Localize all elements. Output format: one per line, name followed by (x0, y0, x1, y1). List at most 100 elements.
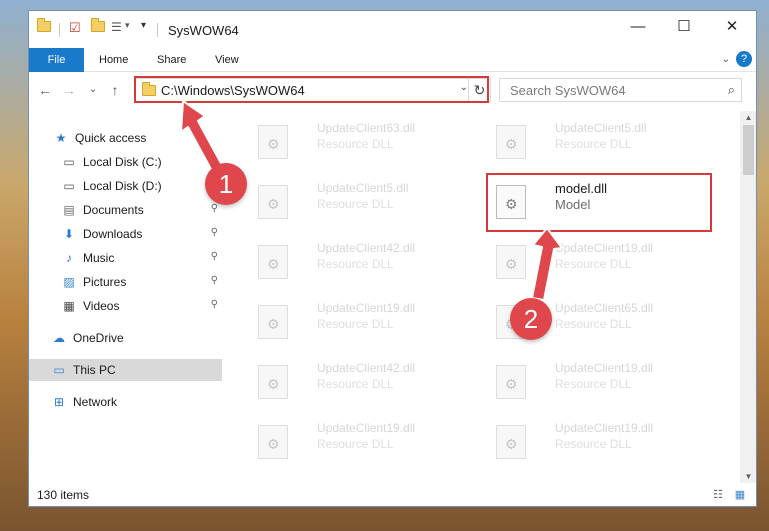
scrollbar-thumb[interactable] (743, 125, 754, 175)
tab-share[interactable]: Share (157, 48, 186, 72)
pin-icon: ⚲ (210, 251, 218, 262)
download-icon: ⬇ (63, 227, 75, 241)
scroll-up-icon[interactable]: ▲ (740, 113, 756, 122)
computer-icon: ▭ (53, 363, 65, 377)
sidebar-item-local-disk-c[interactable]: ▭ Local Disk (C:) ⚲ (29, 151, 222, 173)
customize-toolbar-chevron-icon[interactable]: ▾ (125, 20, 130, 31)
sidebar-item-downloads[interactable]: ⬇ Downloads ⚲ (29, 223, 222, 245)
drive-icon: ▭ (63, 179, 75, 193)
large-icons-view-icon[interactable]: ▦ (732, 488, 748, 502)
search-input[interactable]: Search SysWOW64 (510, 83, 626, 98)
window-title: SysWOW64 (168, 23, 239, 38)
file-highlight-box (486, 173, 712, 232)
pin-icon: ⚲ (210, 299, 218, 310)
sidebar-item-label: Local Disk (D:) (83, 179, 162, 193)
document-icon: ▤ (63, 203, 75, 217)
dll-file-icon (496, 125, 526, 159)
scroll-down-icon[interactable]: ▼ (740, 472, 756, 481)
search-icon[interactable]: ⌕ (728, 82, 735, 98)
file-name: UpdateClient19.dll (555, 241, 654, 255)
rename-icon[interactable]: ☰ (111, 20, 122, 34)
file-item[interactable]: UpdateClient42.dll Resource DLL (244, 233, 474, 289)
sidebar-item-onedrive[interactable]: ☁ OneDrive (29, 327, 222, 349)
dll-file-icon (258, 365, 288, 399)
cloud-icon: ☁ (53, 331, 65, 345)
forward-button[interactable]: → (59, 81, 79, 99)
navigation-pane: ★ Quick access ▭ Local Disk (C:) ⚲ ▭ Local Dis… (29, 111, 222, 481)
file-type: Resource DLL (555, 317, 632, 331)
file-item[interactable]: UpdateClient19.dll Resource DLL (482, 413, 712, 469)
recent-locations-button[interactable]: ⌄ (83, 81, 103, 99)
file-name: UpdateClient42.dll (317, 241, 416, 255)
file-item[interactable]: UpdateClient5.dll Resource DLL (482, 113, 712, 169)
sidebar-item-documents[interactable]: ▤ Documents ⚲ (29, 199, 222, 221)
dll-file-icon (258, 305, 288, 339)
file-item[interactable]: UpdateClient42.dll Resource DLL (244, 353, 474, 409)
file-item[interactable]: UpdateClient19.dll Resource DLL (482, 353, 712, 409)
sidebar-item-label: Videos (83, 299, 120, 313)
help-icon[interactable]: ? (736, 51, 752, 67)
back-button[interactable]: ← (35, 81, 55, 99)
video-icon: ▦ (63, 299, 75, 313)
file-name: UpdateClient63.dll (317, 121, 416, 135)
dll-file-icon (258, 425, 288, 459)
properties-icon[interactable]: ☑ (69, 20, 81, 36)
sidebar-item-network[interactable]: ⊞ Network (29, 391, 222, 413)
sidebar-item-label: Pictures (83, 275, 127, 289)
step-badge-2: 2 (510, 298, 552, 340)
file-type: Resource DLL (317, 197, 394, 211)
dll-file-icon (496, 365, 526, 399)
file-item[interactable]: UpdateClient19.dll Resource DLL (244, 413, 474, 469)
file-name: UpdateClient19.dll (555, 421, 654, 435)
file-item[interactable]: UpdateClient19.dll Resource DLL (244, 293, 474, 349)
sidebar-item-music[interactable]: ♪ Music ⚲ (29, 247, 222, 269)
sidebar-item-label: Network (73, 395, 118, 409)
tab-file[interactable]: File (29, 48, 84, 72)
sidebar-item-quick-access[interactable]: ★ Quick access (29, 127, 222, 149)
file-list: UpdateClient63.dllResource DLLUpdateClie… (224, 111, 739, 481)
sidebar-item-this-pc[interactable]: ▭ This PC (29, 359, 222, 381)
sidebar-item-videos[interactable]: ▦ Videos ⚲ (29, 295, 222, 317)
vertical-scrollbar[interactable]: ▲ ▼ (740, 111, 756, 483)
ribbon: File Home Share View ⌄ ? (29, 48, 756, 72)
step-badge-1: 1 (205, 163, 247, 205)
drive-icon: ▭ (63, 155, 75, 169)
new-folder-icon[interactable] (91, 18, 105, 32)
tab-home[interactable]: Home (99, 48, 128, 72)
maximize-button[interactable]: ☐ (661, 11, 707, 42)
file-item[interactable]: UpdateClient5.dll Resource DLL (244, 173, 474, 229)
file-type: Resource DLL (317, 377, 394, 391)
ribbon-expand-icon[interactable]: ⌄ (718, 52, 734, 68)
toolbar-divider (157, 23, 158, 37)
details-view-icon[interactable]: ☷ (710, 488, 726, 502)
file-name: UpdateClient19.dll (317, 421, 416, 435)
toolbar-dropdown-icon[interactable]: ▾ (141, 20, 146, 31)
file-name: UpdateClient5.dll (317, 181, 409, 195)
star-icon: ★ (55, 131, 67, 145)
folder-icon (37, 18, 51, 32)
file-type: Resource DLL (555, 377, 632, 391)
file-item[interactable]: UpdateClient19.dll Resource DLL (482, 233, 712, 289)
sidebar-item-label: Local Disk (C:) (83, 155, 162, 169)
sidebar-item-label: OneDrive (73, 331, 124, 345)
up-button[interactable]: ↑ (105, 81, 125, 99)
file-type: Resource DLL (555, 437, 632, 451)
sidebar-item-pictures[interactable]: ▨ Pictures ⚲ (29, 271, 222, 293)
file-name: UpdateClient5.dll (555, 121, 647, 135)
minimize-button[interactable]: — (615, 11, 661, 42)
file-type: Resource DLL (317, 257, 394, 271)
title-bar: ☑ ☰ ▾ ▾ SysWOW64 — ☐ ✕ (29, 11, 756, 45)
picture-icon: ▨ (63, 275, 75, 289)
sidebar-item-local-disk-d[interactable]: ▭Local Disk (D:)⚲ (29, 175, 222, 197)
tab-view[interactable]: View (215, 48, 239, 72)
file-name: UpdateClient19.dll (317, 301, 416, 315)
close-button[interactable]: ✕ (709, 11, 755, 42)
sidebar-item-label: Music (83, 251, 115, 265)
file-item[interactable]: UpdateClient63.dll Resource DLL (244, 113, 474, 169)
file-type: Resource DLL (555, 137, 632, 151)
file-name: UpdateClient19.dll (555, 361, 654, 375)
file-type: Resource DLL (317, 137, 394, 151)
search-box[interactable]: Search SysWOW64 ⌕ (499, 78, 742, 102)
toolbar-divider (59, 23, 60, 37)
file-name: UpdateClient65.dll (555, 301, 654, 315)
